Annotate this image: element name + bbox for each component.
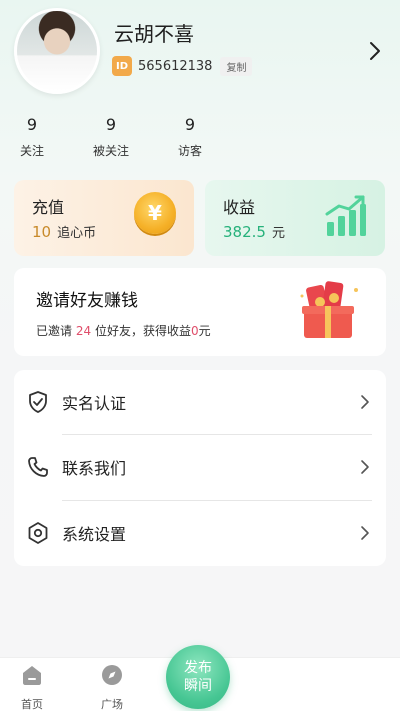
compass-icon (102, 665, 122, 685)
stat-followers[interactable]: 9 被关注 (81, 115, 141, 159)
stat-visitors-count: 9 (184, 115, 196, 134)
invite-desc-prefix: 已邀请 (36, 324, 73, 338)
tab-home[interactable]: 首页 (2, 664, 62, 711)
nickname: 云胡不喜 (114, 22, 194, 46)
stat-visitors-label: 访客 (177, 144, 202, 158)
publish-line2: 瞬间 (184, 678, 212, 694)
menu-item-contact-us[interactable]: 联系我们 (14, 435, 386, 499)
stat-following[interactable]: 9 关注 (2, 115, 62, 159)
publish-moment-button[interactable]: 发布 瞬间 (166, 645, 230, 709)
income-unit: 元 (271, 226, 285, 241)
avatar[interactable] (14, 8, 100, 94)
tab-plaza[interactable]: 广场 (82, 664, 142, 711)
invite-desc-suffix: 元 (198, 324, 211, 338)
invite-description: 已邀请 24 位好友，获得收益0元 (36, 322, 211, 339)
invite-earned: 0 (190, 324, 199, 338)
recharge-card[interactable]: 充值 10 追心币 ¥ (14, 180, 194, 256)
tab-home-label: 首页 (21, 698, 43, 711)
phone-icon (28, 457, 48, 477)
publish-button-text: 发布 瞬间 (184, 659, 212, 695)
income-value-row: 382.5 元 (223, 222, 285, 241)
recharge-value: 10 (32, 223, 52, 241)
chevron-right-icon (361, 460, 369, 474)
home-icon (23, 666, 41, 685)
stat-following-count: 9 (26, 115, 38, 134)
stat-followers-label: 被关注 (92, 144, 129, 158)
coin-icon: ¥ (134, 192, 176, 234)
bar-chart-icon (325, 195, 366, 236)
tab-plaza-label: 广场 (101, 698, 123, 711)
stat-followers-count: 9 (105, 115, 117, 134)
invite-title: 邀请好友赚钱 (36, 291, 138, 311)
chevron-right-icon (361, 395, 369, 409)
menu-item-system-settings[interactable]: 系统设置 (14, 501, 386, 565)
income-title: 收益 (223, 198, 256, 217)
profile-header: 云胡不喜 ID 565612138 复制 9 关注 9 被关注 9 访客 (0, 0, 400, 170)
income-value: 382.5 (223, 223, 266, 241)
copy-id-button[interactable]: 复制 (220, 56, 253, 76)
recharge-unit: 追心币 (57, 226, 97, 241)
chevron-right-icon[interactable] (366, 40, 384, 62)
invite-desc-middle: 位好友，获得收益 (94, 324, 191, 338)
shield-check-icon (29, 391, 47, 413)
stat-visitors[interactable]: 9 访客 (160, 115, 220, 159)
recharge-value-row: 10 追心币 (32, 222, 96, 241)
stat-following-label: 关注 (19, 144, 44, 158)
menu-label-real-name: 实名认证 (62, 394, 127, 413)
user-id-number: 565612138 (138, 58, 213, 74)
income-card[interactable]: 收益 382.5 元 (205, 180, 385, 256)
stats-row: 9 关注 9 被关注 9 访客 (0, 115, 260, 165)
menu-label-system-settings: 系统设置 (62, 525, 127, 544)
recharge-title: 充值 (32, 198, 65, 217)
settings-menu: 实名认证 联系我们 系统设置 (14, 370, 386, 566)
settings-hex-icon (28, 522, 48, 544)
user-id-row: ID 565612138 复制 (112, 56, 253, 76)
publish-line1: 发布 (184, 660, 212, 676)
id-badge: ID (112, 56, 132, 76)
invite-friends-card[interactable]: 邀请好友赚钱 已邀请 24 位好友，获得收益0元 (14, 268, 386, 356)
invited-count: 24 (75, 324, 92, 338)
menu-item-real-name[interactable]: 实名认证 (14, 370, 386, 434)
gift-box-icon (300, 281, 358, 338)
chevron-right-icon (361, 526, 369, 540)
menu-label-contact-us: 联系我们 (62, 459, 127, 478)
